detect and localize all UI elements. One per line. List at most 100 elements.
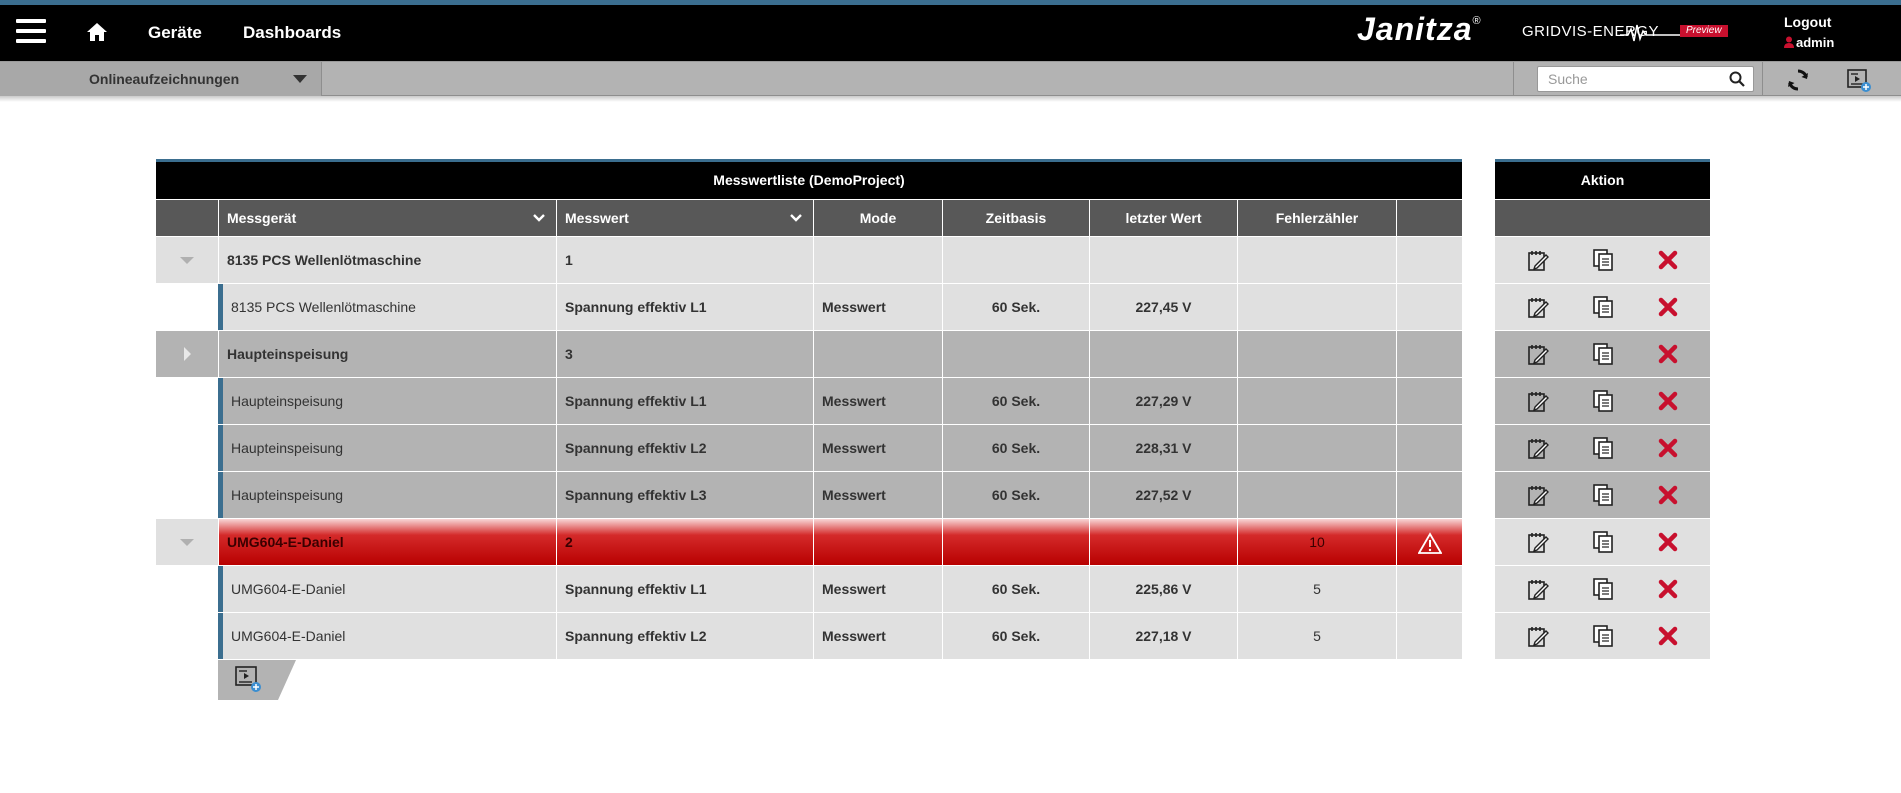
menu-icon[interactable] <box>16 19 46 45</box>
cell-mode: Messwert <box>813 613 942 659</box>
cell-device: Haupteinspeisung <box>218 331 556 377</box>
search-icon[interactable] <box>1729 71 1745 87</box>
delete-icon[interactable] <box>1655 294 1681 320</box>
table-row[interactable]: UMG604-E-Daniel Spannung effektiv L2 Mes… <box>156 612 1462 659</box>
cell-measure: Spannung effektiv L2 <box>556 613 813 659</box>
action-row <box>1495 471 1710 518</box>
caret-right-icon <box>184 347 191 361</box>
copy-icon[interactable] <box>1590 341 1616 367</box>
cell-device: Haupteinspeisung <box>218 425 556 471</box>
cell-last-value: 227,52 V <box>1089 472 1237 518</box>
table-row[interactable]: Haupteinspeisung Spannung effektiv L3 Me… <box>156 471 1462 518</box>
action-row <box>1495 236 1710 283</box>
refresh-icon[interactable] <box>1785 67 1811 93</box>
cell-measure: Spannung effektiv L3 <box>556 472 813 518</box>
delete-icon[interactable] <box>1655 388 1681 414</box>
cell-status <box>1396 237 1462 283</box>
user-icon <box>1784 36 1794 48</box>
cell-device: UMG604-E-Daniel <box>218 566 556 612</box>
edit-icon[interactable] <box>1525 247 1551 273</box>
top-navbar: Geräte Dashboards Janitza® GRIDVIS-ENERG… <box>0 5 1901 61</box>
table-row[interactable]: 8135 PCS Wellenlötmaschine Spannung effe… <box>156 283 1462 330</box>
cell-last-value <box>1089 331 1237 377</box>
edit-icon[interactable] <box>1525 294 1551 320</box>
delete-icon[interactable] <box>1655 435 1681 461</box>
search-area <box>1513 62 1763 96</box>
column-header-status <box>1396 200 1462 236</box>
action-header-row <box>1495 199 1710 236</box>
cell-device: UMG604-E-Daniel <box>218 519 556 565</box>
copy-icon[interactable] <box>1590 294 1616 320</box>
copy-icon[interactable] <box>1590 482 1616 508</box>
export-icon[interactable] <box>1846 67 1872 93</box>
cell-timebase <box>942 237 1089 283</box>
user-name: admin <box>1796 35 1835 50</box>
cell-errors: 5 <box>1237 613 1396 659</box>
expand-toggle[interactable] <box>156 519 218 565</box>
cell-count: 3 <box>556 331 813 377</box>
nav-link-dashboards[interactable]: Dashboards <box>243 23 341 43</box>
chevron-down-icon[interactable] <box>789 211 803 225</box>
nav-link-geraete[interactable]: Geräte <box>148 23 202 43</box>
edit-icon[interactable] <box>1525 576 1551 602</box>
column-header-zeitbasis: Zeitbasis <box>942 200 1089 236</box>
cell-errors: 5 <box>1237 566 1396 612</box>
export-button[interactable] <box>218 660 296 700</box>
action-row <box>1495 330 1710 377</box>
copy-icon[interactable] <box>1590 388 1616 414</box>
delete-icon[interactable] <box>1655 576 1681 602</box>
table-row[interactable]: Haupteinspeisung Spannung effektiv L1 Me… <box>156 377 1462 424</box>
cell-timebase <box>942 331 1089 377</box>
cell-mode: Messwert <box>813 472 942 518</box>
edit-icon[interactable] <box>1525 341 1551 367</box>
delete-icon[interactable] <box>1655 247 1681 273</box>
delete-icon[interactable] <box>1655 482 1681 508</box>
cell-indent <box>156 425 218 471</box>
cell-mode <box>813 519 942 565</box>
action-row <box>1495 612 1710 659</box>
copy-icon[interactable] <box>1590 435 1616 461</box>
expand-toggle[interactable] <box>156 331 218 377</box>
chevron-down-icon[interactable] <box>532 211 546 225</box>
action-rows <box>1495 236 1710 659</box>
edit-icon[interactable] <box>1525 529 1551 555</box>
edit-icon[interactable] <box>1525 435 1551 461</box>
cell-timebase: 60 Sek. <box>942 425 1089 471</box>
column-header-messgeraet[interactable]: Messgerät <box>218 200 556 236</box>
logout-link[interactable]: Logout <box>1784 14 1831 30</box>
view-select[interactable]: Onlineaufzeichnungen <box>0 62 322 96</box>
cell-count: 1 <box>556 237 813 283</box>
table-row-group-alarm[interactable]: UMG604-E-Daniel 2 10 <box>156 518 1462 565</box>
column-header-messwert[interactable]: Messwert <box>556 200 813 236</box>
table-row-group[interactable]: Haupteinspeisung 3 <box>156 330 1462 377</box>
cell-last-value <box>1089 237 1237 283</box>
table-row-group[interactable]: 8135 PCS Wellenlötmaschine 1 <box>156 236 1462 283</box>
delete-icon[interactable] <box>1655 623 1681 649</box>
copy-icon[interactable] <box>1590 576 1616 602</box>
cell-indent <box>156 566 218 612</box>
cell-timebase <box>942 519 1089 565</box>
cell-measure: Spannung effektiv L1 <box>556 284 813 330</box>
cell-errors <box>1237 284 1396 330</box>
table-row[interactable]: Haupteinspeisung Spannung effektiv L2 Me… <box>156 424 1462 471</box>
cell-status <box>1396 331 1462 377</box>
copy-icon[interactable] <box>1590 247 1616 273</box>
copy-icon[interactable] <box>1590 529 1616 555</box>
copy-icon[interactable] <box>1590 623 1616 649</box>
brand-name: Janitza <box>1357 11 1473 47</box>
cell-indent <box>156 613 218 659</box>
cell-status <box>1396 378 1462 424</box>
home-icon[interactable] <box>86 21 108 43</box>
search-input[interactable] <box>1537 66 1754 92</box>
cell-status <box>1396 425 1462 471</box>
edit-icon[interactable] <box>1525 623 1551 649</box>
table-row[interactable]: UMG604-E-Daniel Spannung effektiv L1 Mes… <box>156 565 1462 612</box>
sub-toolbar: Onlineaufzeichnungen <box>0 61 1901 96</box>
cell-indent <box>156 284 218 330</box>
delete-icon[interactable] <box>1655 341 1681 367</box>
delete-icon[interactable] <box>1655 529 1681 555</box>
edit-icon[interactable] <box>1525 482 1551 508</box>
caret-down-icon <box>180 539 194 546</box>
edit-icon[interactable] <box>1525 388 1551 414</box>
expand-toggle[interactable] <box>156 237 218 283</box>
